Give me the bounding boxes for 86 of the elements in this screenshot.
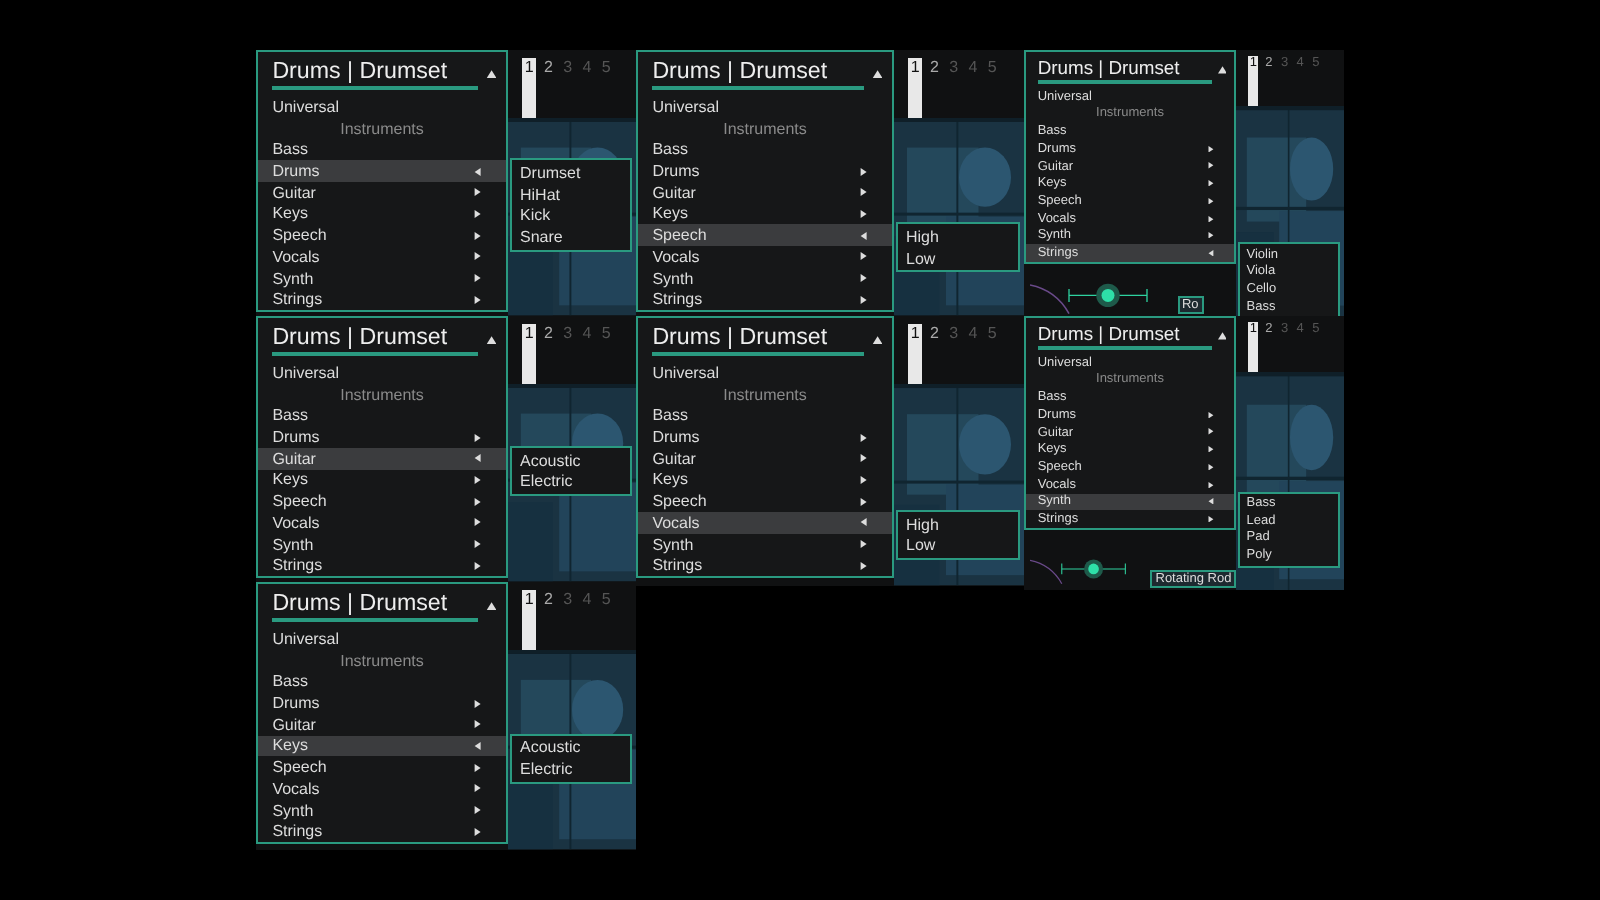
menu-item[interactable]: Guitar <box>638 447 892 470</box>
caret-icon[interactable] <box>485 601 497 611</box>
menu-title: Drums | Drumset <box>1037 55 1212 84</box>
page-tab[interactable]: 1 <box>522 324 537 385</box>
submenu-item[interactable]: Acoustic <box>512 449 630 471</box>
caret-icon[interactable] <box>485 335 497 345</box>
page-tab[interactable]: 2 <box>541 590 556 651</box>
caret-icon[interactable] <box>1217 65 1227 74</box>
page-tab[interactable]: 1 <box>522 58 537 119</box>
submenu-item[interactable]: Acoustic <box>512 736 630 759</box>
menu-item[interactable]: Vocals <box>638 512 892 534</box>
page-tab[interactable]: 2 <box>541 58 556 119</box>
submenu-item[interactable]: Drumset <box>512 161 630 184</box>
menu-title: Drums | Drumset <box>272 590 479 622</box>
menu-item[interactable]: Speech <box>638 224 892 247</box>
page-tab[interactable]: 2 <box>927 58 942 119</box>
section-header: Instruments <box>338 117 426 139</box>
menu-item[interactable]: Universal <box>258 628 506 650</box>
menu-item[interactable]: Keys <box>258 203 506 225</box>
menu-item[interactable]: Universal <box>258 362 506 384</box>
menu-item[interactable]: Drums <box>258 426 506 448</box>
menu-item[interactable]: Strings <box>638 288 892 311</box>
menu-item[interactable]: Keys <box>638 203 892 225</box>
submenu-item[interactable]: Electric <box>512 758 630 780</box>
menu-item[interactable]: Strings <box>638 554 892 577</box>
menu-item[interactable]: Strings <box>258 288 506 311</box>
menu-item[interactable]: Universal <box>638 96 892 118</box>
caret-icon[interactable] <box>871 69 883 79</box>
menu-item[interactable]: Bass <box>638 404 892 427</box>
section-header: Instruments <box>721 383 809 405</box>
submenu-item[interactable]: High <box>898 513 1018 536</box>
menu-item[interactable]: Bass <box>258 138 506 161</box>
page-tab[interactable]: 2 <box>927 324 942 385</box>
menu-item[interactable]: Guitar <box>258 713 506 736</box>
menu-item[interactable]: Strings <box>258 820 506 843</box>
caret-icon[interactable] <box>485 69 497 79</box>
menu-item[interactable]: Vocals <box>638 246 892 268</box>
menu-item[interactable]: Synth <box>638 533 892 555</box>
submenu-item[interactable]: Low <box>898 247 1018 270</box>
caret-icon[interactable] <box>1217 331 1227 340</box>
page-tab[interactable]: 1 <box>908 58 923 119</box>
menu-item[interactable]: Speech <box>258 224 506 247</box>
page-tab[interactable]: 1 <box>522 590 537 651</box>
page-tab[interactable]: 1 <box>908 324 923 385</box>
submenu-item[interactable]: Snare <box>512 226 630 248</box>
menu-title: Drums | Drumset <box>652 324 865 356</box>
menu-item[interactable]: Guitar <box>258 447 506 470</box>
menu-item[interactable]: Bass <box>258 670 506 693</box>
menu-item[interactable]: Bass <box>258 404 506 427</box>
menu-item[interactable]: Universal <box>258 96 506 118</box>
section-header: Instruments <box>338 383 426 405</box>
menu-title: Drums | Drumset <box>652 58 865 90</box>
menu-item[interactable]: Keys <box>638 469 892 491</box>
menu-title: Drums | Drumset <box>272 58 479 90</box>
menu-title: Drums | Drumset <box>1037 321 1212 350</box>
menu-item[interactable]: Drums <box>258 692 506 714</box>
menu-item[interactable]: Vocals <box>258 778 506 800</box>
submenu-item[interactable]: HiHat <box>512 183 630 205</box>
menu-item[interactable]: Synth <box>258 799 506 821</box>
page-tab[interactable]: 2 <box>541 324 556 385</box>
menu-item[interactable]: Bass <box>638 138 892 161</box>
menu-item[interactable]: Keys <box>258 469 506 491</box>
menu-item[interactable]: Speech <box>258 490 506 513</box>
section-header: Instruments <box>721 117 809 139</box>
submenu-item[interactable]: Low <box>898 535 1018 557</box>
menu-item[interactable]: Drums <box>258 160 506 182</box>
menu-item[interactable]: Synth <box>638 267 892 289</box>
submenu-item[interactable]: Kick <box>512 204 630 227</box>
menu-item[interactable]: Vocals <box>258 512 506 534</box>
menu-item[interactable]: Speech <box>638 490 892 513</box>
menu-item[interactable]: Drums <box>638 160 892 182</box>
submenu-item[interactable]: Electric <box>512 470 630 493</box>
submenu-item[interactable]: High <box>898 226 1018 248</box>
menu-item[interactable]: Strings <box>258 554 506 577</box>
caret-icon[interactable] <box>871 335 883 345</box>
menu-item[interactable]: Synth <box>258 267 506 289</box>
menu-item[interactable]: Speech <box>258 756 506 779</box>
menu-item[interactable]: Keys <box>258 735 506 757</box>
menu-title: Drums | Drumset <box>272 324 479 356</box>
menu-item[interactable]: Universal <box>638 362 892 384</box>
menu-item[interactable]: Vocals <box>258 246 506 268</box>
menu-item[interactable]: Guitar <box>638 181 892 204</box>
menu-item[interactable]: Synth <box>258 533 506 555</box>
menu-item[interactable]: Guitar <box>258 181 506 204</box>
menu-item[interactable]: Drums <box>638 426 892 448</box>
section-header: Instruments <box>338 649 426 671</box>
